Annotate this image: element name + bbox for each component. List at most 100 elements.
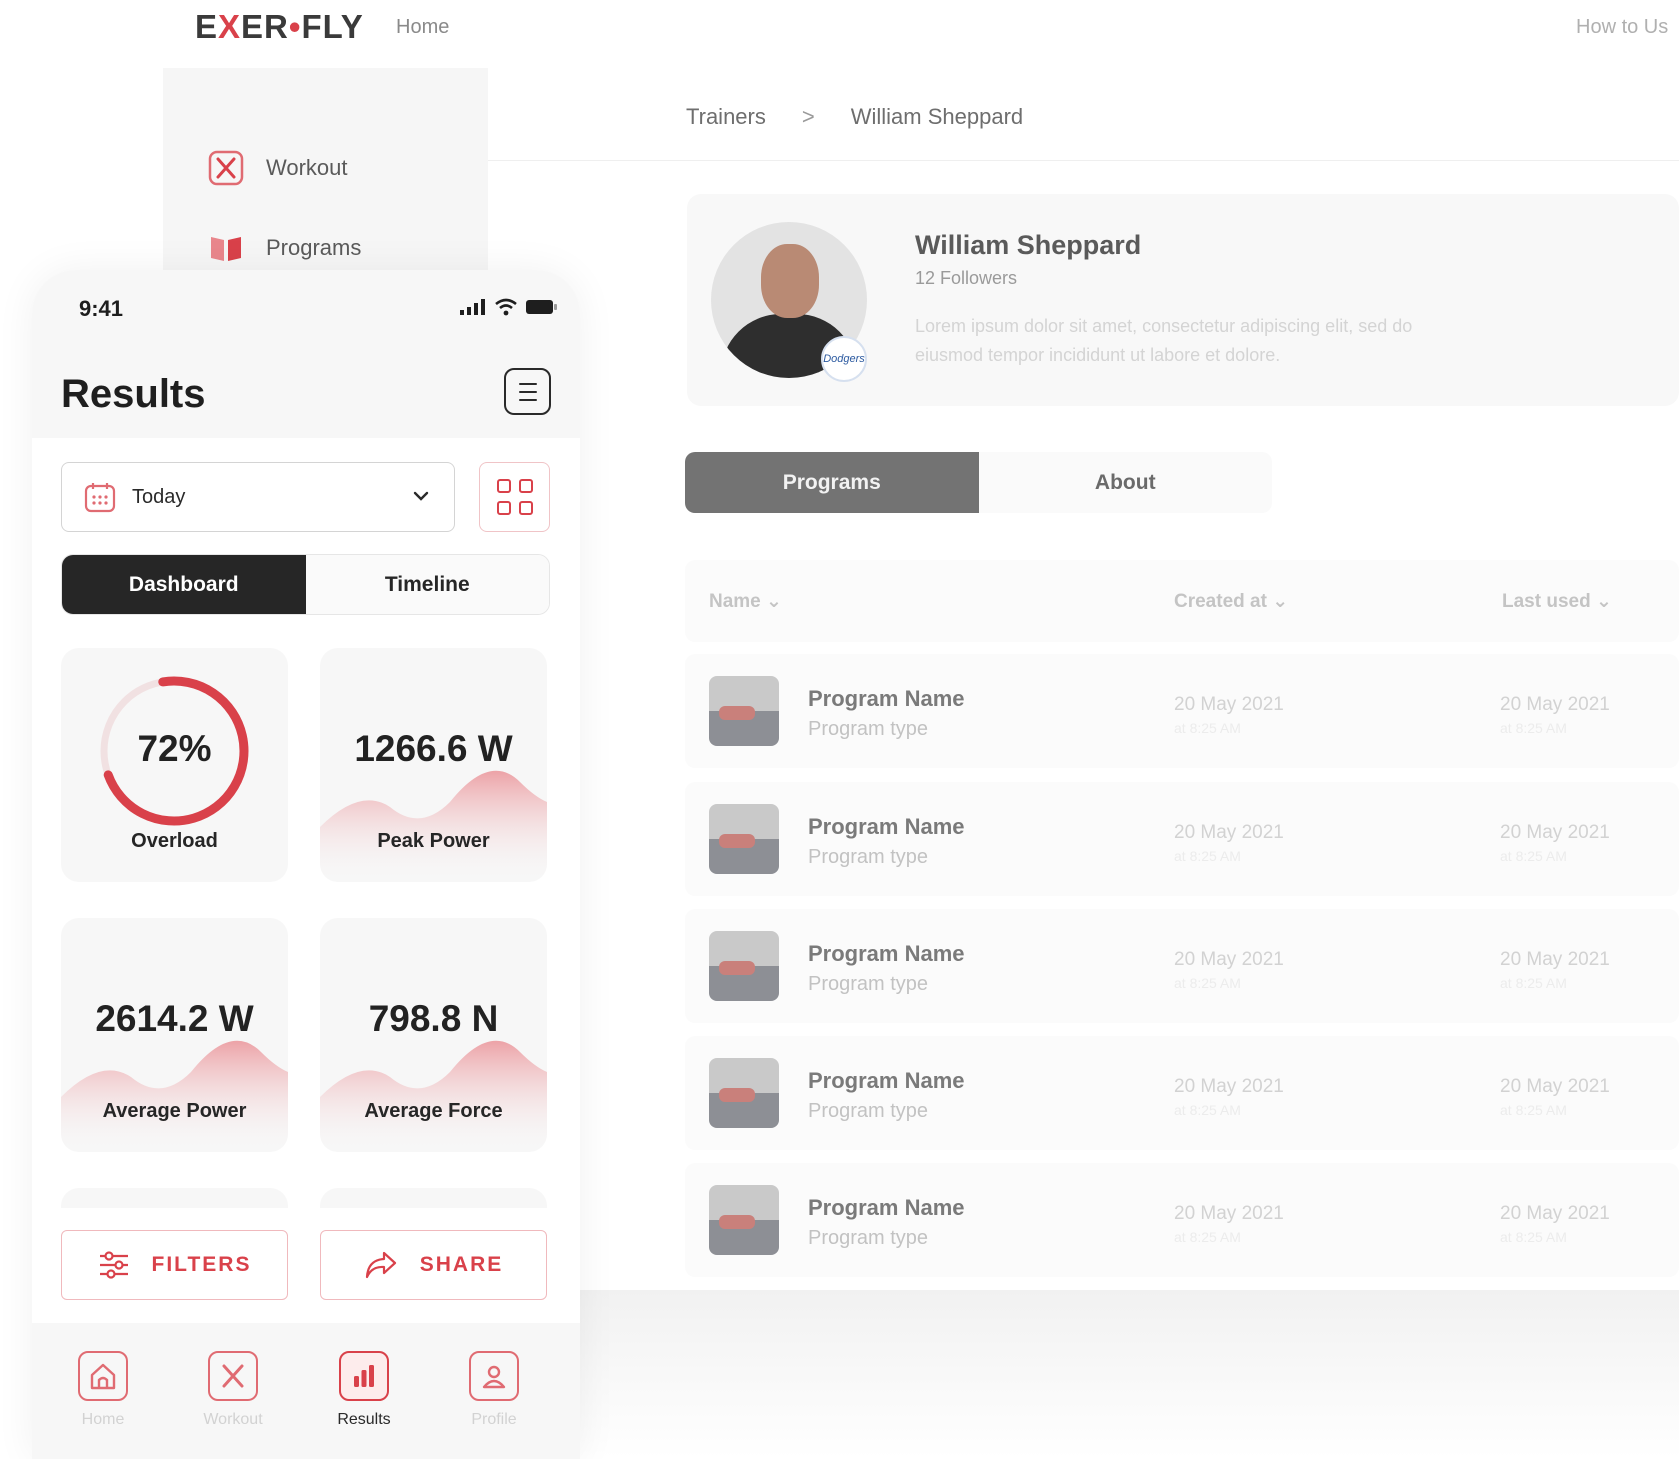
program-name: Program Name [808, 814, 965, 839]
home-icon [78, 1351, 128, 1401]
tabbar-item-results[interactable]: Results [314, 1351, 414, 1429]
program-name: Program Name [808, 1068, 965, 1093]
trainer-name: William Sheppard [915, 230, 1142, 260]
filters-button[interactable]: FILTERS [61, 1230, 288, 1300]
table-row[interactable]: Program Name Program type 20 May 2021 at… [685, 909, 1679, 1023]
program-type: Program type [808, 1227, 929, 1249]
sliders-icon [99, 1251, 128, 1279]
created-date: 20 May 2021 [1174, 1076, 1284, 1097]
profile-tabs: Programs About [685, 452, 1272, 513]
last-used-date: 20 May 2021 [1500, 1076, 1610, 1097]
program-thumbnail [709, 1185, 779, 1255]
x-logo-icon [208, 150, 244, 186]
sidebar-item-label: Workout [266, 155, 348, 180]
last-used-date: 20 May 2021 [1500, 822, 1610, 843]
created-time: at 8:25 AM [1174, 848, 1241, 864]
created-time: at 8:25 AM [1174, 975, 1241, 991]
tabbar-label: Profile [471, 1411, 517, 1428]
wifi-icon [495, 298, 517, 316]
created-time: at 8:25 AM [1174, 1102, 1241, 1118]
share-button[interactable]: SHARE [320, 1230, 547, 1300]
last-used-date: 20 May 2021 [1500, 694, 1610, 715]
created-date: 20 May 2021 [1174, 949, 1284, 970]
tabbar-label: Results [337, 1411, 391, 1428]
last-used-time: at 8:25 AM [1500, 1102, 1567, 1118]
program-thumbnail [709, 804, 779, 874]
share-arrow-icon [365, 1251, 396, 1279]
program-type: Program type [808, 846, 929, 868]
sidebar-item-workout[interactable]: Workout [208, 148, 348, 188]
chevron-down-icon: ⌄ [766, 591, 782, 612]
calendar-icon [84, 483, 116, 513]
tab-programs[interactable]: Programs [685, 452, 979, 513]
nav-home-link[interactable]: Home [396, 16, 449, 39]
program-name: Program Name [808, 941, 965, 966]
programs-table-header: Name ⌄ Created at ⌄ Last used ⌄ [685, 560, 1679, 642]
program-thumbnail [709, 931, 779, 1001]
tile-stub [61, 1188, 288, 1208]
bottom-tab-bar: Home Workout Results Profile [32, 1323, 580, 1459]
date-range-select[interactable]: Today [61, 462, 455, 532]
divider [488, 160, 1679, 161]
breadcrumb: Trainers > William Sheppard [686, 104, 1023, 130]
created-time: at 8:25 AM [1174, 720, 1241, 736]
breadcrumb-current: William Sheppard [850, 104, 1024, 129]
nav-how-to-use-link[interactable]: How to Us [1576, 16, 1668, 39]
chevron-down-icon: ⌄ [1595, 591, 1612, 612]
workout-icon [208, 1351, 258, 1401]
chevron-down-icon: ⌄ [1272, 591, 1289, 612]
signal-icon [460, 299, 485, 315]
program-type: Program type [808, 718, 929, 740]
exerfly-logo[interactable]: EXER•FLY [195, 8, 364, 46]
last-used-date: 20 May 2021 [1500, 949, 1610, 970]
program-name: Program Name [808, 1195, 965, 1220]
trainer-profile-card: Dodgers William Sheppard 12 Followers Lo… [687, 194, 1679, 406]
tab-timeline[interactable]: Timeline [305, 555, 549, 614]
status-icons [460, 298, 558, 316]
last-used-time: at 8:25 AM [1500, 720, 1567, 736]
overload-label: Overload [131, 830, 218, 852]
date-range-value: Today [132, 485, 186, 508]
average-power-tile[interactable]: 2614.2 W Average Power [61, 918, 288, 1152]
table-row[interactable]: Program Name Program type 20 May 2021 at… [685, 1163, 1679, 1277]
program-name: Program Name [808, 686, 965, 711]
background-fade [560, 1290, 1679, 1459]
average-force-tile[interactable]: 798.8 N Average Force [320, 918, 547, 1152]
average-power-value: 2614.2 W [95, 998, 254, 1039]
program-type: Program type [808, 973, 929, 995]
column-created-header[interactable]: Created at ⌄ [1174, 590, 1288, 613]
page-title: Results [61, 372, 206, 416]
tabbar-item-home[interactable]: Home [53, 1351, 153, 1429]
column-name-header[interactable]: Name ⌄ [709, 590, 782, 613]
table-row[interactable]: Program Name Program type 20 May 2021 at… [685, 1036, 1679, 1150]
program-thumbnail [709, 676, 779, 746]
sidebar-item-programs[interactable]: Programs [208, 228, 361, 268]
tab-about[interactable]: About [979, 452, 1273, 513]
table-row[interactable]: Program Name Program type 20 May 2021 at… [685, 654, 1679, 768]
tabbar-label: Home [81, 1411, 125, 1428]
tabbar-item-workout[interactable]: Workout [183, 1351, 283, 1429]
average-force-value: 798.8 N [368, 998, 499, 1039]
table-row[interactable]: Program Name Program type 20 May 2021 at… [685, 782, 1679, 896]
breadcrumb-separator-icon: > [801, 104, 815, 129]
created-date: 20 May 2021 [1174, 1203, 1284, 1224]
overload-tile[interactable]: 72% Overload [61, 648, 288, 882]
peak-power-tile[interactable]: 1266.6 W Peak Power [320, 648, 547, 882]
created-date: 20 May 2021 [1174, 822, 1284, 843]
team-badge-icon: Dodgers [821, 336, 867, 382]
column-last-used-header[interactable]: Last used ⌄ [1502, 590, 1612, 613]
followers-count: 12 Followers [915, 268, 1018, 288]
created-date: 20 May 2021 [1174, 694, 1284, 715]
top-navbar: EXER•FLY Home How to Us [0, 0, 1679, 62]
breadcrumb-trainers[interactable]: Trainers [686, 104, 766, 130]
program-type: Program type [808, 1100, 929, 1122]
grid-icon [496, 479, 511, 493]
tab-dashboard[interactable]: Dashboard [62, 555, 306, 614]
phone-frame: 9:41 Results Today Dashboard Timeline 72… [32, 270, 580, 1459]
grid-view-button[interactable] [479, 462, 550, 532]
tabbar-item-profile[interactable]: Profile [444, 1351, 544, 1429]
last-used-time: at 8:25 AM [1500, 975, 1567, 991]
peak-power-value: 1266.6 W [354, 728, 513, 769]
share-label: SHARE [419, 1253, 504, 1276]
menu-button[interactable] [504, 368, 551, 415]
